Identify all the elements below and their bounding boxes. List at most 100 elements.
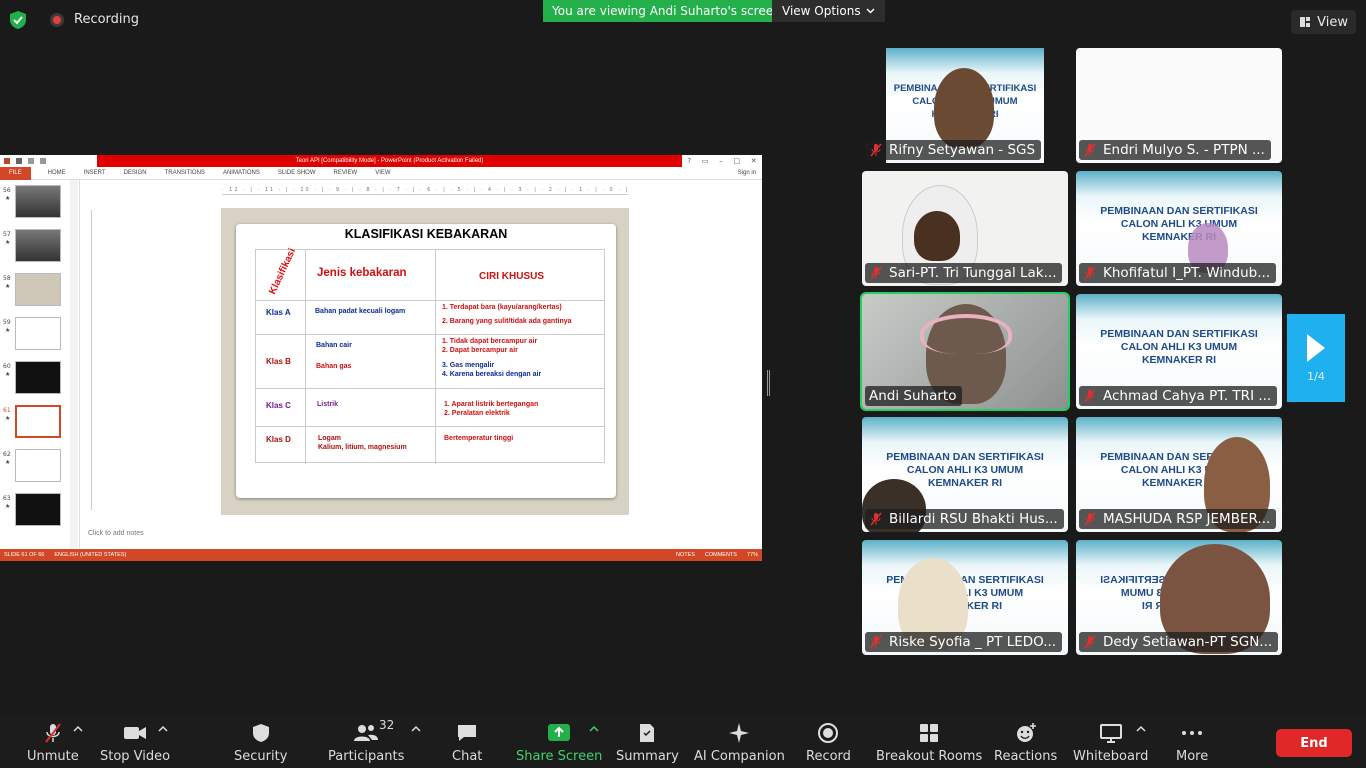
participants-icon: [354, 725, 379, 741]
ribbon-tab-review: REVIEW: [333, 170, 358, 176]
participant-tile[interactable]: Sari-PT. Tri Tunggal Lak...: [862, 171, 1068, 286]
end-meeting-button[interactable]: End: [1276, 729, 1352, 757]
ribbon-tab-insert: INSERT: [83, 170, 106, 176]
muted-mic-icon: [45, 723, 61, 743]
header-jenis: Jenis kebakaran: [317, 267, 407, 279]
participant-tile[interactable]: PEMBINAAN DAN SERTIFIKASICALON AHLI K3 U…: [1076, 540, 1282, 655]
ppt-ribbon: FILE HOME INSERT DESIGN TRANSITIONS ANIM…: [0, 166, 762, 180]
slide-counter: SLIDE 61 OF 66: [4, 552, 45, 558]
view-label: View: [1317, 14, 1348, 30]
security-button[interactable]: Security: [234, 722, 287, 764]
shield-icon: [252, 724, 269, 742]
participant-video-person: [934, 68, 994, 148]
summary-button[interactable]: Summary: [616, 722, 679, 764]
ciri-c1: 1. Aparat listrik bertegangan: [444, 401, 539, 408]
participant-tile[interactable]: PEMBINAAN DAN SERTIFIKASICALON AHLI K3 U…: [862, 48, 1068, 163]
breakout-rooms-label: Breakout Rooms: [876, 749, 983, 764]
muted-mic-icon: [1084, 512, 1096, 526]
breakout-rooms-icon: [920, 724, 939, 742]
participant-tile-active-speaker[interactable]: Andi Suharto: [860, 292, 1070, 411]
current-slide: KLASIFIKASI KEBAKARAN Klasifikasi Jenis …: [236, 224, 616, 498]
participant-name: Sari-PT. Tri Tunggal Lak...: [889, 265, 1057, 281]
slide-thumbnail-pane: 56 ★ 57 ★ 58 ★ 59 ★ 60 ★ 61 ★ 62 ★ 63 ★: [0, 180, 80, 548]
participants-count: 32: [379, 718, 395, 732]
ciri-b1: 1. Tidak dapat bercampur air: [442, 338, 538, 345]
jenis-a: Bahan padat kecuali logam: [315, 308, 406, 315]
chevron-up-icon[interactable]: [589, 724, 599, 734]
participant-name-chip: Billardi RSU Bhakti Hus...: [865, 509, 1064, 529]
reactions-button[interactable]: Reactions: [994, 722, 1057, 764]
view-button[interactable]: View: [1291, 10, 1356, 34]
horizontal-ruler: · 12 · | · 11 · | · 10 · | · 9 · | · 8 ·…: [222, 187, 628, 195]
chevron-up-icon[interactable]: [1136, 724, 1146, 734]
banner-line-3: KEMNAKER RI: [1141, 354, 1217, 366]
ai-companion-button[interactable]: AI Companion: [694, 722, 785, 764]
participant-name-chip: Andi Suharto: [865, 386, 963, 406]
participant-name: Dedy Setiawan-PT SGN...: [1103, 634, 1273, 650]
quick-access-toolbar: [0, 155, 97, 167]
banner-line-2: CALON AHLI K3 UMUM: [906, 464, 1024, 476]
view-options-label: View Options: [782, 4, 861, 18]
chat-label: Chat: [452, 749, 483, 764]
recording-dot-icon: [50, 12, 64, 27]
recording-indicator[interactable]: Recording: [50, 12, 139, 27]
muted-mic-icon: [1084, 143, 1096, 157]
chat-button[interactable]: Chat: [452, 722, 482, 764]
split-view-handle[interactable]: [767, 370, 770, 396]
klas-d: Klas D: [266, 435, 291, 444]
slide-thumbnail: 63 ★: [0, 493, 74, 531]
banner-line-2: CALON AHLI K3 UMUM: [1120, 341, 1238, 353]
participant-name-chip: Endri Mulyo S. - PTPN ...: [1079, 140, 1271, 160]
ribbon-tab-design: DESIGN: [123, 170, 147, 176]
jenis-b2: Bahan gas: [316, 363, 352, 370]
participant-name: Achmad Cahya PT. TRI ...: [1103, 388, 1272, 404]
chevron-up-icon[interactable]: [73, 724, 83, 734]
slide-thumbnail: 59 ★: [0, 317, 74, 355]
chevron-up-icon[interactable]: [158, 724, 168, 734]
participant-name-chip: Rifny Setyawan - SGS: [865, 140, 1042, 160]
chevron-right-icon: [1307, 333, 1325, 362]
header-ciri: CIRI KHUSUS: [479, 271, 545, 282]
muted-mic-icon: [1084, 635, 1096, 649]
gallery-page-indicator: 1/4: [1307, 369, 1325, 383]
participant-tile[interactable]: PEMBINAAN DAN SERTIFIKASICALON AHLI K3 U…: [862, 417, 1068, 532]
participant-tile[interactable]: PEMBINAAN DAN SERTIFIKASICALON AHLI K3 U…: [1076, 171, 1282, 286]
summary-document-icon: [640, 724, 655, 742]
muted-mic-icon: [870, 635, 882, 649]
summary-label: Summary: [616, 749, 679, 764]
record-button[interactable]: Record: [806, 722, 851, 764]
gallery-layout-icon: [1300, 17, 1311, 27]
chevron-up-icon[interactable]: [411, 724, 421, 734]
ciri-b2: 2. Dapat bercampur air: [442, 347, 518, 354]
gallery-next-page-button[interactable]: 1/4: [1287, 314, 1345, 402]
shared-screen-powerpoint[interactable]: Teori API [Compatibility Mode] - PowerPo…: [0, 155, 762, 561]
share-screen-icon: [548, 724, 571, 741]
participant-tile[interactable]: Endri Mulyo S. - PTPN ...: [1076, 48, 1282, 163]
classification-table: Klasifikasi Jenis kebakaran CIRI KHUSUS …: [255, 247, 605, 464]
security-shield-icon[interactable]: [8, 10, 28, 30]
view-options-button[interactable]: View Options: [772, 0, 885, 22]
breakout-rooms-button[interactable]: Breakout Rooms: [876, 722, 982, 764]
participant-tile[interactable]: PEMBINAAN DAN SERTIFIKASICALON AHLI K3 U…: [1076, 417, 1282, 532]
share-screen-label: Share Screen: [516, 749, 603, 764]
ppt-window-title: Teori API [Compatibility Mode] - PowerPo…: [97, 155, 682, 167]
participant-tile[interactable]: PEMBINAAN DAN SERTIFIKASICALON AHLI K3 U…: [862, 540, 1068, 655]
ribbon-tab-transitions: TRANSITIONS: [164, 170, 205, 176]
stop-video-label: Stop Video: [100, 749, 171, 764]
unmute-label: Unmute: [27, 749, 79, 764]
comments-toggle: COMMENTS: [704, 552, 737, 558]
more-button[interactable]: More: [1176, 722, 1208, 764]
participant-name: Rifny Setyawan - SGS: [889, 142, 1036, 158]
muted-mic-icon: [1084, 389, 1096, 403]
muted-mic-icon: [1084, 266, 1096, 280]
ciri-a2: 2. Barang yang sulit/tidak ada gantinya: [442, 318, 572, 325]
participant-tile[interactable]: PEMBINAAN DAN SERTIFIKASICALON AHLI K3 U…: [1076, 294, 1282, 409]
participant-name-chip: Achmad Cahya PT. TRI ...: [1079, 386, 1278, 406]
participant-name-chip: Sari-PT. Tri Tunggal Lak...: [865, 263, 1063, 283]
ai-companion-label: AI Companion: [694, 749, 785, 764]
unmute-button[interactable]: Unmute: [27, 722, 79, 764]
meeting-toolbar: Unmute Stop Video Security Participants …: [0, 716, 1366, 768]
slide-thumbnail: 57 ★: [0, 229, 74, 267]
language-indicator: ENGLISH (UNITED STATES): [54, 552, 127, 558]
muted-mic-icon: [870, 266, 882, 280]
